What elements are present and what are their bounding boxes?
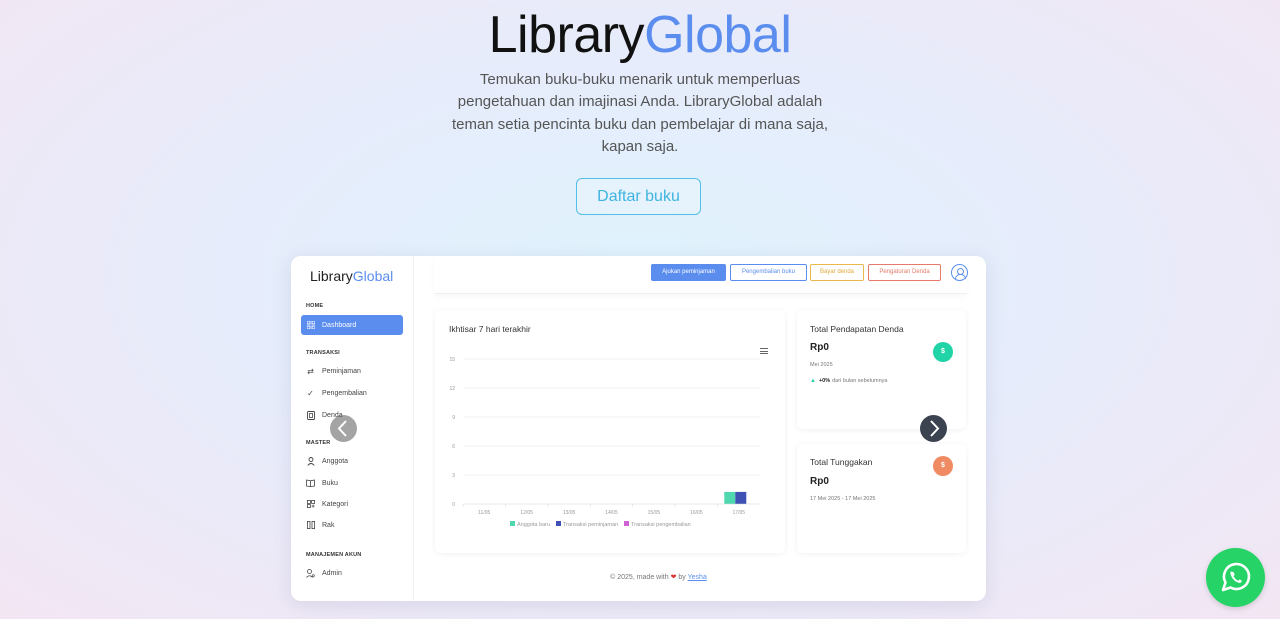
legend-label: Transaksi pengembalian bbox=[631, 522, 691, 528]
carousel-next-button[interactable] bbox=[920, 415, 947, 442]
y-tick-label: 0 bbox=[452, 502, 455, 508]
chart-panel: Ikhtisar 7 hari terakhir 0 3 6 9 12 15 11/05 12… bbox=[435, 310, 785, 553]
x-tick-label: 15/05 bbox=[648, 510, 661, 516]
legend-label: Anggota baru bbox=[517, 522, 550, 528]
logo-accent: Global bbox=[352, 268, 394, 284]
apply-loan-button[interactable]: Ajukan peminjaman bbox=[651, 264, 726, 281]
stat-title: Total Pendapatan Denda bbox=[810, 324, 904, 334]
wallet-icon bbox=[306, 410, 315, 420]
stat-date: Mei 2025 bbox=[810, 362, 833, 368]
stat-value: Rp0 bbox=[810, 342, 829, 353]
sidebar-item-label: Dashboard bbox=[322, 321, 357, 329]
stat-title: Total Tunggakan bbox=[810, 457, 873, 467]
sidebar-section-manajemen: MANAJEMEN AKUN bbox=[306, 552, 362, 558]
carousel-prev-button[interactable] bbox=[330, 415, 357, 442]
dollar-icon: $ bbox=[933, 456, 953, 476]
hero-title-accent: Global bbox=[644, 6, 792, 64]
logo-main: Library bbox=[310, 268, 353, 284]
hero-description: Temukan buku-buku menarik untuk memperlu… bbox=[451, 71, 829, 155]
y-tick-label: 12 bbox=[449, 386, 455, 392]
book-icon bbox=[306, 479, 315, 488]
sidebar-item-rak[interactable]: Rak bbox=[301, 515, 403, 535]
sidebar-item-pengembalian[interactable]: ✓ Pengembalian bbox=[301, 383, 403, 403]
y-tick-label: 9 bbox=[452, 415, 455, 421]
stat-trend: ▲ +0% dari bulan sebelumnya bbox=[810, 378, 887, 384]
grid-icon bbox=[306, 320, 315, 330]
footer-author-link[interactable]: Yesha bbox=[688, 574, 707, 581]
trend-label: dari bulan sebelumnya bbox=[832, 378, 888, 384]
sidebar-item-label: Pengembalian bbox=[322, 389, 367, 397]
user-icon bbox=[306, 456, 315, 466]
stat-date: 17 Mei 2025 - 17 Mei 2025 bbox=[810, 496, 876, 502]
legend-label: Transaksi peminjaman bbox=[563, 522, 618, 528]
stat-card-arrears: Total Tunggakan Rp0 17 Mei 2025 - 17 Mei… bbox=[797, 444, 966, 553]
sidebar-section-transaksi: TRANSAKSI bbox=[306, 350, 340, 356]
sidebar-item-anggota[interactable]: Anggota bbox=[301, 451, 403, 471]
whatsapp-icon bbox=[1221, 562, 1251, 592]
chevron-left-icon bbox=[337, 420, 347, 437]
whatsapp-button[interactable] bbox=[1206, 548, 1265, 607]
sidebar-item-label: Peminjaman bbox=[322, 367, 361, 375]
heart-icon: ❤ bbox=[670, 574, 677, 581]
x-tick-label: 12/05 bbox=[520, 510, 533, 516]
register-book-button[interactable]: Daftar buku bbox=[576, 178, 701, 215]
legend-swatch bbox=[556, 521, 561, 526]
dollar-icon: $ bbox=[933, 342, 953, 362]
dashboard-preview: LibraryGlobal HOME Dashboard TRANSAKSI ⇄… bbox=[291, 256, 986, 601]
x-tick-label: 13/05 bbox=[563, 510, 576, 516]
y-tick-label: 6 bbox=[452, 444, 455, 450]
preview-footer: © 2025, made with ❤ by Yesha bbox=[291, 573, 986, 581]
fine-settings-button[interactable]: Pengaturan Denda bbox=[868, 264, 941, 281]
bar bbox=[735, 491, 747, 504]
footer-by: by bbox=[678, 574, 686, 581]
hero-title: LibraryGlobal bbox=[0, 6, 1280, 64]
return-book-button[interactable]: Pengembalian buku bbox=[730, 264, 807, 281]
stat-card-fine-income: Total Pendapatan Denda Rp0 Mei 2025 ▲ +0… bbox=[797, 310, 966, 429]
x-tick-label: 17/05 bbox=[733, 510, 746, 516]
x-tick-label: 16/05 bbox=[690, 510, 703, 516]
sidebar-item-kategori[interactable]: Kategori bbox=[301, 494, 403, 514]
check-icon: ✓ bbox=[307, 388, 314, 398]
sidebar-item-label: Anggota bbox=[322, 457, 349, 465]
sidebar-item-dashboard[interactable]: Dashboard bbox=[301, 315, 403, 335]
sidebar-logo[interactable]: LibraryGlobal bbox=[310, 268, 393, 284]
trend-up-icon: ▲ bbox=[810, 378, 816, 384]
stat-value: Rp0 bbox=[810, 476, 829, 487]
y-tick-label: 3 bbox=[452, 473, 455, 479]
legend-swatch bbox=[624, 521, 629, 526]
shelf-icon bbox=[306, 520, 315, 530]
sidebar-section-master: MASTER bbox=[306, 440, 331, 446]
bar bbox=[724, 491, 736, 504]
category-icon bbox=[306, 499, 315, 509]
sidebar-section-home: HOME bbox=[306, 303, 324, 309]
chart-svg: 0 3 6 9 12 15 11/05 12/05 13/05 14/05 15/05 16/05 17… bbox=[449, 357, 760, 528]
footer-text: © 2025, made with bbox=[610, 574, 669, 581]
sidebar-item-buku[interactable]: Buku bbox=[301, 473, 403, 493]
trend-value: +0% bbox=[818, 378, 831, 384]
legend-swatch bbox=[510, 521, 515, 526]
x-tick-label: 11/05 bbox=[478, 510, 490, 516]
user-profile-icon[interactable] bbox=[951, 264, 968, 281]
sidebar-item-label: Buku bbox=[322, 479, 338, 487]
sidebar-item-label: Rak bbox=[322, 521, 335, 529]
sidebar-item-peminjaman[interactable]: ⇄ Peminjaman bbox=[301, 361, 403, 381]
swap-icon: ⇄ bbox=[307, 366, 314, 376]
hero-title-main: Library bbox=[488, 6, 645, 64]
chevron-right-icon bbox=[930, 420, 940, 437]
x-tick-label: 14/05 bbox=[605, 510, 618, 516]
pay-fine-button[interactable]: Bayar denda bbox=[810, 264, 864, 281]
y-tick-label: 15 bbox=[449, 357, 455, 363]
sidebar-item-label: Kategori bbox=[322, 500, 349, 508]
